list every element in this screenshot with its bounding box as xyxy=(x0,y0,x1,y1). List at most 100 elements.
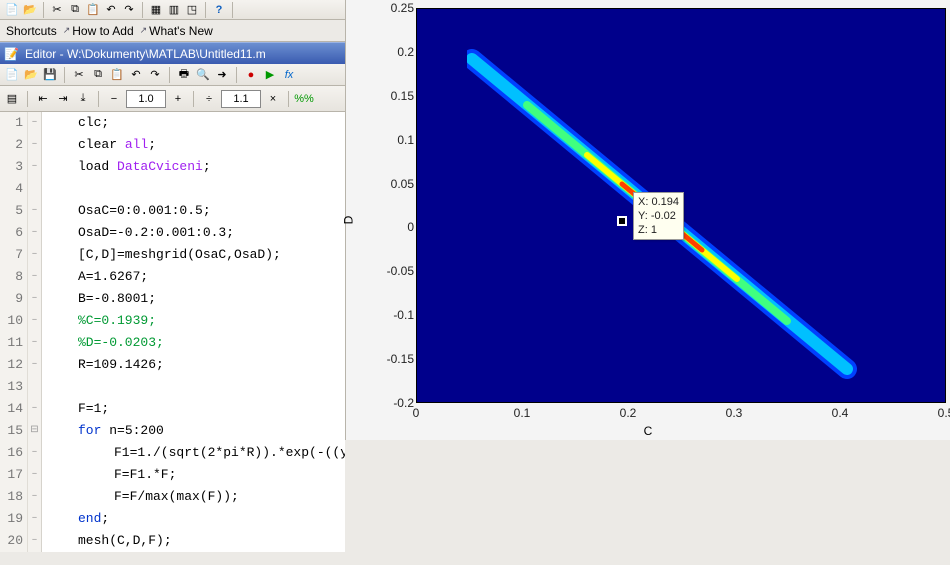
plus-icon[interactable]: + xyxy=(170,91,186,107)
code-line[interactable]: 10–%C=0.1939; xyxy=(0,310,345,332)
cut-icon[interactable]: ✂ xyxy=(71,67,87,83)
fold-marker[interactable]: – xyxy=(28,244,42,266)
code-line[interactable]: 1–clc; xyxy=(0,112,345,134)
redo-icon[interactable]: ↷ xyxy=(147,67,163,83)
code-text[interactable]: load DataCviceni; xyxy=(42,156,345,178)
undo-icon[interactable]: ↶ xyxy=(103,2,119,18)
code-line[interactable]: 6–OsaD=-0.2:0.001:0.3; xyxy=(0,222,345,244)
undo-icon[interactable]: ↶ xyxy=(128,67,144,83)
fold-marker[interactable]: – xyxy=(28,332,42,354)
minus-icon[interactable]: − xyxy=(106,91,122,107)
fold-marker[interactable]: – xyxy=(28,288,42,310)
fold-marker[interactable]: – xyxy=(28,442,42,464)
code-text[interactable]: end; xyxy=(42,508,345,530)
increment-value-1[interactable] xyxy=(126,90,166,108)
code-line[interactable]: 9–B=-0.8001; xyxy=(0,288,345,310)
code-text[interactable]: F1=1./(sqrt(2*pi*R)).*exp(-((y(n)-A*y(n-… xyxy=(42,442,345,464)
redo-icon[interactable]: ↷ xyxy=(121,2,137,18)
copy-icon[interactable]: ⧉ xyxy=(90,67,106,83)
code-text[interactable]: for n=5:200 xyxy=(42,420,345,442)
fold-marker[interactable]: – xyxy=(28,398,42,420)
code-text[interactable]: B=-0.8001; xyxy=(42,288,345,310)
code-text[interactable]: %D=-0.0203; xyxy=(42,332,345,354)
code-text[interactable]: clc; xyxy=(42,112,345,134)
code-line[interactable]: 8–A=1.6267; xyxy=(0,266,345,288)
cut-icon[interactable]: ✂ xyxy=(49,2,65,18)
code-line[interactable]: 4 xyxy=(0,178,345,200)
code-text[interactable]: R=109.1426; xyxy=(42,354,345,376)
fold-marker[interactable] xyxy=(28,376,42,398)
divide-icon[interactable]: ÷ xyxy=(201,91,217,107)
whats-new-link[interactable]: ↗What's New xyxy=(140,24,213,38)
code-line[interactable]: 7–[C,D]=meshgrid(OsaC,OsaD); xyxy=(0,244,345,266)
indent-left-icon[interactable]: ⇤ xyxy=(35,91,51,107)
how-to-add-link[interactable]: ↗How to Add xyxy=(63,24,134,38)
new-file-icon[interactable]: 📄 xyxy=(4,67,20,83)
increment-value-2[interactable] xyxy=(221,90,261,108)
code-text[interactable]: F=1; xyxy=(42,398,345,420)
fold-marker[interactable]: – xyxy=(28,222,42,244)
code-line[interactable]: 16–F1=1./(sqrt(2*pi*R)).*exp(-((y(n)-A*y… xyxy=(0,442,345,464)
code-text[interactable] xyxy=(42,376,345,398)
fold-marker[interactable]: – xyxy=(28,134,42,156)
open-file-icon[interactable]: 📂 xyxy=(23,67,39,83)
code-text[interactable]: [C,D]=meshgrid(OsaC,OsaD); xyxy=(42,244,345,266)
code-line[interactable]: 15⊟for n=5:200 xyxy=(0,420,345,442)
paste-icon[interactable]: 📋 xyxy=(85,2,101,18)
code-text[interactable]: mesh(C,D,F); xyxy=(42,530,345,552)
code-text[interactable]: A=1.6267; xyxy=(42,266,345,288)
fold-marker[interactable]: – xyxy=(28,508,42,530)
code-line[interactable]: 11–%D=-0.0203; xyxy=(0,332,345,354)
run-icon[interactable]: ▶ xyxy=(262,67,278,83)
fold-marker[interactable]: – xyxy=(28,200,42,222)
fold-marker[interactable]: ⊟ xyxy=(28,420,42,442)
paste-icon[interactable]: 📋 xyxy=(109,67,125,83)
code-line[interactable]: 19–end; xyxy=(0,508,345,530)
code-line[interactable]: 3–load DataCviceni; xyxy=(0,156,345,178)
fx-label[interactable]: fx xyxy=(281,67,297,83)
plot-area[interactable]: X: 0.194 Y: -0.02 Z: 1 xyxy=(416,8,946,403)
indent-right-icon[interactable]: ⇥ xyxy=(55,91,71,107)
fold-marker[interactable]: – xyxy=(28,156,42,178)
fold-marker[interactable]: – xyxy=(28,486,42,508)
fold-marker[interactable] xyxy=(28,178,42,200)
breakpoint-icon[interactable]: ● xyxy=(243,67,259,83)
code-text[interactable]: OsaD=-0.2:0.001:0.3; xyxy=(42,222,345,244)
code-line[interactable]: 17–F=F1.*F; xyxy=(0,464,345,486)
cell-icon[interactable]: ▤ xyxy=(4,91,20,107)
goto-icon[interactable]: ➜ xyxy=(214,67,230,83)
code-text[interactable]: %C=0.1939; xyxy=(42,310,345,332)
code-line[interactable]: 12–R=109.1426; xyxy=(0,354,345,376)
print-icon[interactable]: 🖶 xyxy=(176,67,192,83)
percent-icon[interactable]: %% xyxy=(296,91,312,107)
help-icon[interactable]: ? xyxy=(211,2,227,18)
code-text[interactable]: F=F1.*F; xyxy=(42,464,345,486)
code-text[interactable]: clear all; xyxy=(42,134,345,156)
copy-icon[interactable]: ⧉ xyxy=(67,2,83,18)
code-line[interactable]: 2–clear all; xyxy=(0,134,345,156)
open-icon[interactable]: 📂 xyxy=(22,2,38,18)
save-icon[interactable]: 💾 xyxy=(42,67,58,83)
datatip-marker[interactable] xyxy=(617,216,627,226)
find-icon[interactable]: 🔍 xyxy=(195,67,211,83)
code-line[interactable]: 5–OsaC=0:0.001:0.5; xyxy=(0,200,345,222)
profiler-icon[interactable]: ◳ xyxy=(184,2,200,18)
code-text[interactable]: F=F/max(max(F)); xyxy=(42,486,345,508)
section-down-icon[interactable]: ⤓ xyxy=(75,91,91,107)
code-line[interactable]: 20–mesh(C,D,F); xyxy=(0,530,345,552)
new-icon[interactable]: 📄 xyxy=(4,2,20,18)
fold-marker[interactable]: – xyxy=(28,354,42,376)
fold-marker[interactable]: – xyxy=(28,112,42,134)
fold-marker[interactable]: – xyxy=(28,310,42,332)
fold-marker[interactable]: – xyxy=(28,266,42,288)
code-line[interactable]: 18–F=F/max(max(F)); xyxy=(0,486,345,508)
multiply-icon[interactable]: × xyxy=(265,91,281,107)
code-text[interactable]: OsaC=0:0.001:0.5; xyxy=(42,200,345,222)
fold-marker[interactable]: – xyxy=(28,530,42,552)
fold-marker[interactable]: – xyxy=(28,464,42,486)
code-line[interactable]: 13 xyxy=(0,376,345,398)
code-editor[interactable]: 1–clc;2–clear all;3–load DataCviceni;45–… xyxy=(0,112,345,552)
datatip[interactable]: X: 0.194 Y: -0.02 Z: 1 xyxy=(633,192,684,240)
simulink-icon[interactable]: ▦ xyxy=(148,2,164,18)
code-line[interactable]: 14–F=1; xyxy=(0,398,345,420)
